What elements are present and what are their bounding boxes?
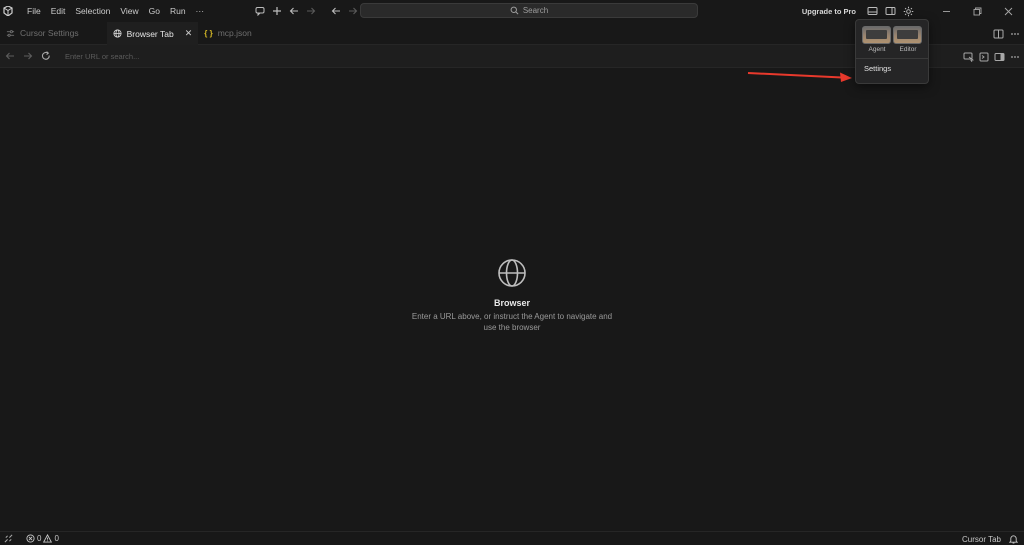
restore-icon[interactable] <box>962 0 993 22</box>
menu-bar: File Edit Selection View Go Run ··· <box>22 0 209 22</box>
tab-label: Cursor Settings <box>20 28 79 38</box>
url-input[interactable] <box>65 48 625 64</box>
layout-thumbnail <box>862 26 891 44</box>
globe-icon <box>498 259 526 287</box>
menu-run[interactable]: Run <box>165 0 191 22</box>
annotation-arrow <box>747 72 852 82</box>
globe-icon <box>113 29 122 38</box>
back-icon[interactable] <box>329 4 343 18</box>
error-count: 0 <box>37 534 42 543</box>
menu-file[interactable]: File <box>22 0 46 22</box>
tab-mcp-json[interactable]: { } mcp.json <box>198 22 257 45</box>
problems-indicator[interactable]: 0 0 <box>26 534 59 543</box>
warning-icon <box>43 534 53 543</box>
command-search-box[interactable]: Search <box>360 3 698 18</box>
gear-icon[interactable] <box>901 4 915 18</box>
settings-sliders-icon <box>6 29 15 37</box>
bell-icon[interactable] <box>1009 534 1018 544</box>
arrow-left-icon[interactable] <box>287 4 301 18</box>
empty-state-description: Enter a URL above, or instruct the Agent… <box>411 312 613 332</box>
arrow-right-icon[interactable] <box>304 4 318 18</box>
tab-cursor-settings[interactable]: Cursor Settings <box>0 22 85 45</box>
plus-icon[interactable] <box>270 4 284 18</box>
menu-go[interactable]: Go <box>144 0 165 22</box>
tab-label: mcp.json <box>217 28 252 38</box>
layout-thumbnail <box>893 26 922 44</box>
tab-bar-actions <box>993 22 1020 45</box>
menu-more[interactable]: ··· <box>191 0 210 22</box>
menu-selection[interactable]: Selection <box>70 0 115 22</box>
split-editor-icon[interactable] <box>993 29 1004 39</box>
close-tab-icon[interactable]: ✕ <box>185 28 193 39</box>
forward-icon[interactable] <box>346 4 360 18</box>
cursor-logo-icon <box>3 6 13 16</box>
reload-icon[interactable] <box>39 49 53 63</box>
status-bar: 0 0 Cursor Tab <box>0 531 1024 545</box>
minimize-icon[interactable] <box>931 0 962 22</box>
warning-count: 0 <box>54 534 59 543</box>
json-braces-icon: { } <box>204 28 213 38</box>
chat-icon[interactable] <box>253 4 267 18</box>
layout-option-agent[interactable]: Agent <box>862 26 892 53</box>
title-toolbar <box>253 4 360 18</box>
layout-option-label: Agent <box>868 46 886 53</box>
more-actions-icon[interactable] <box>1010 29 1020 39</box>
tab-label: Browser Tab <box>126 28 174 39</box>
window-controls <box>931 0 1024 22</box>
browser-nav-actions <box>963 45 1020 68</box>
remote-indicator-icon[interactable] <box>4 534 13 543</box>
browser-nav-buttons <box>3 49 53 63</box>
close-window-icon[interactable] <box>993 0 1024 22</box>
status-left: 0 0 <box>4 534 59 543</box>
search-icon <box>510 6 519 15</box>
toggle-panel-icon[interactable] <box>865 4 879 18</box>
settings-menu-item[interactable]: Settings <box>856 59 928 78</box>
status-right: Cursor Tab <box>962 532 1018 545</box>
browser-empty-state: Browser Enter a URL above, or instruct t… <box>362 258 662 333</box>
search-placeholder: Search <box>522 6 549 15</box>
console-icon[interactable] <box>979 52 989 62</box>
cursor-tab-status[interactable]: Cursor Tab <box>962 535 1001 544</box>
tab-browser[interactable]: Browser Tab ✕ <box>106 21 199 45</box>
browser-back-icon[interactable] <box>3 49 17 63</box>
layout-menu-popover: Agent Editor Settings <box>855 19 929 84</box>
layout-option-editor[interactable]: Editor <box>893 26 923 53</box>
browser-more-icon[interactable] <box>1010 52 1020 62</box>
toggle-sidebar-icon[interactable] <box>883 4 897 18</box>
menu-edit[interactable]: Edit <box>46 0 71 22</box>
panel-toggle-icon[interactable] <box>994 52 1005 62</box>
layout-controls <box>865 4 915 18</box>
empty-state-title: Browser <box>493 298 530 308</box>
error-icon <box>26 534 35 543</box>
upgrade-to-pro-link[interactable]: Upgrade to Pro <box>802 7 856 16</box>
layout-option-label: Editor <box>899 46 917 53</box>
layout-options: Agent Editor <box>856 20 928 53</box>
browser-forward-icon[interactable] <box>21 49 35 63</box>
menu-view[interactable]: View <box>115 0 143 22</box>
select-element-icon[interactable] <box>963 52 974 62</box>
